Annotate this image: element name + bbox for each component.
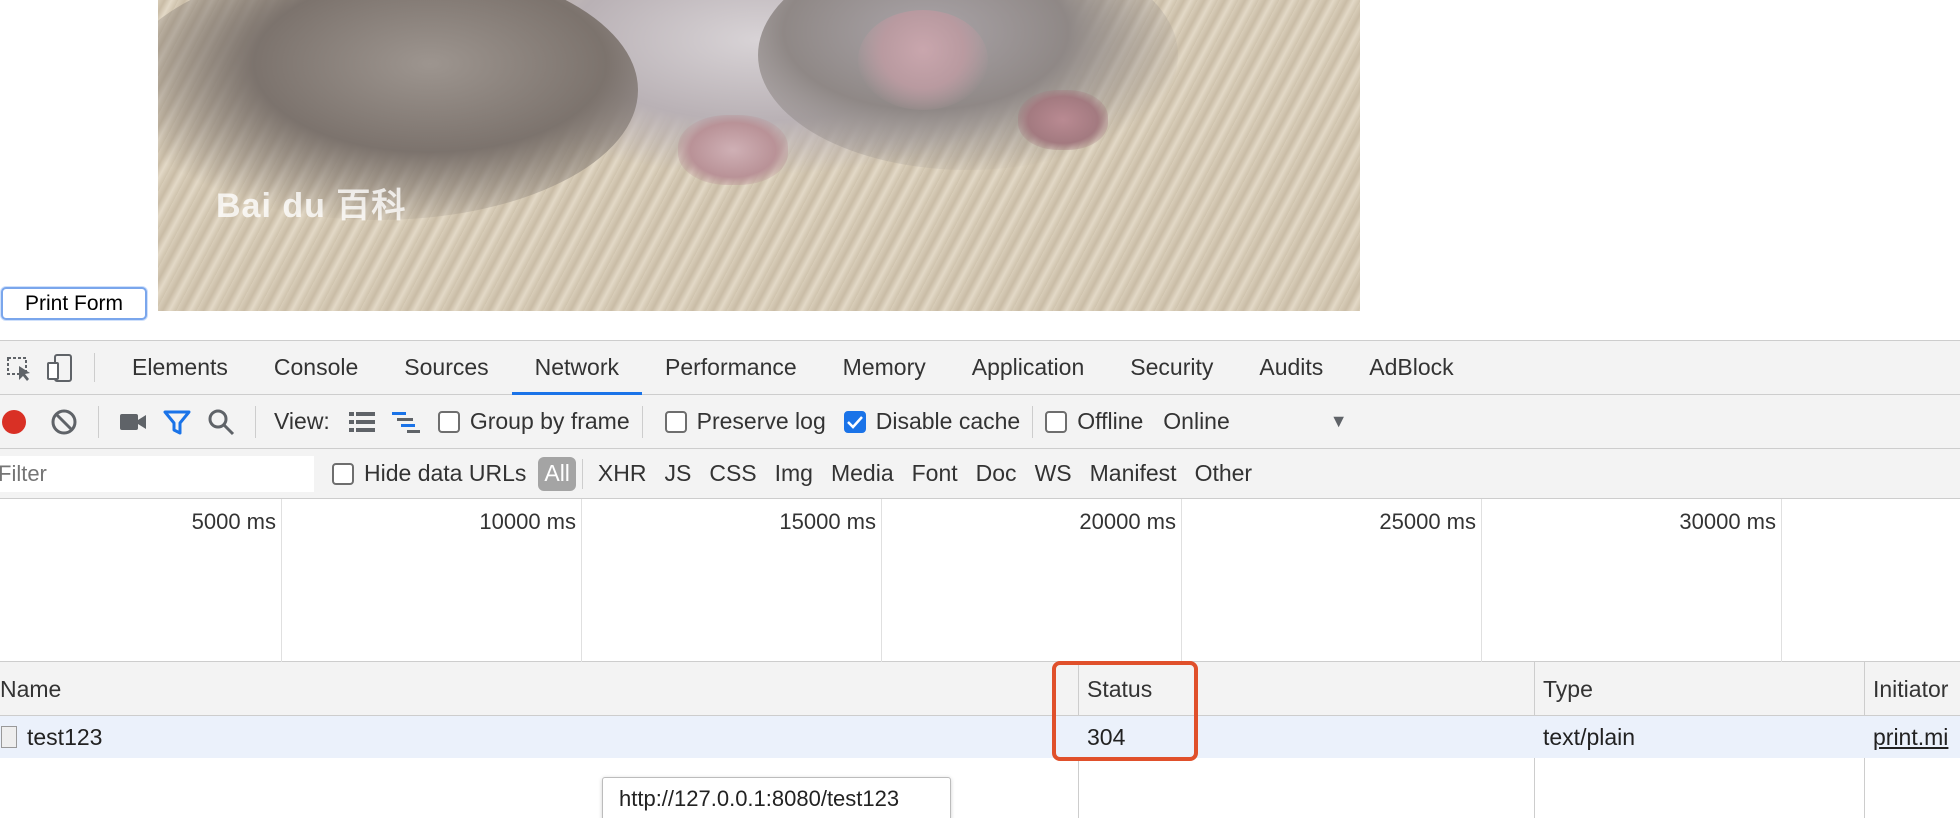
timeline-grid-line (1481, 499, 1482, 662)
search-icon[interactable] (199, 400, 243, 444)
timeline-grid-line (281, 499, 282, 662)
page-viewport: Bai du 百科 Print Form (0, 0, 1960, 340)
timeline-overview[interactable]: 5000 ms 10000 ms 15000 ms 20000 ms 25000… (0, 499, 1960, 662)
request-type: text/plain (1543, 723, 1636, 750)
timeline-tick-label: 15000 ms (779, 509, 876, 534)
type-filter-manifest[interactable]: Manifest (1081, 457, 1186, 491)
timeline-tick-label: 5000 ms (191, 509, 276, 534)
url-tooltip: http://127.0.0.1:8080/test123 (602, 777, 951, 818)
chevron-down-icon: ▼ (1329, 411, 1348, 431)
table-header: Name Status Type Initiator (0, 662, 1960, 716)
tab-network[interactable]: Network (511, 341, 643, 395)
hide-data-urls-option[interactable]: Hide data URLs (322, 460, 526, 487)
offline-option[interactable]: Offline (1045, 408, 1143, 435)
request-initiator-link[interactable]: print.mi (1864, 716, 1948, 758)
large-rows-list-icon[interactable] (340, 400, 384, 444)
toolbar-separator (641, 405, 643, 438)
group-by-frame-option[interactable]: Group by frame (428, 408, 630, 435)
column-header-initiator[interactable]: Initiator (1864, 662, 1948, 716)
request-name-cell[interactable]: test123 (0, 716, 102, 758)
photo-paw-left (678, 115, 788, 185)
filter-separator (581, 458, 583, 489)
offline-checkbox[interactable] (1045, 410, 1068, 433)
toolbar-separator (1032, 405, 1034, 438)
toolbar-separator (255, 405, 256, 438)
request-name: test123 (27, 723, 103, 750)
tabbar-separator (94, 353, 95, 382)
status-highlight-box (1052, 661, 1198, 761)
type-filter-js[interactable]: JS (655, 457, 700, 491)
network-toolbar: View: Group by frame Preserve log Disabl… (0, 395, 1960, 449)
record-icon[interactable] (0, 400, 28, 444)
tab-memory[interactable]: Memory (820, 341, 949, 394)
tab-elements[interactable]: Elements (109, 341, 251, 394)
tab-performance[interactable]: Performance (642, 341, 820, 394)
timeline-tick-label: 30000 ms (1679, 509, 1776, 534)
clear-icon[interactable] (42, 400, 86, 444)
devtools-panel: Elements Console Sources Network Perform… (0, 340, 1960, 818)
timeline-tick-label: 10000 ms (479, 509, 576, 534)
photo-paw-right (1018, 90, 1108, 150)
disable-cache-label: Disable cache (875, 408, 1021, 434)
type-filter-img[interactable]: Img (766, 457, 822, 491)
type-filter-media[interactable]: Media (822, 457, 903, 491)
type-filter-other[interactable]: Other (1186, 457, 1262, 491)
timeline-grid-line (881, 499, 882, 662)
column-header-type[interactable]: Type (1534, 662, 1593, 716)
type-filter-ws[interactable]: WS (1026, 457, 1081, 491)
group-by-frame-checkbox[interactable] (437, 410, 460, 433)
photo-nose (858, 10, 988, 110)
file-icon (1, 726, 17, 748)
baidu-watermark: Bai du 百科 (216, 187, 407, 225)
view-label: View: (274, 408, 330, 434)
hamster-photo: Bai du 百科 (158, 0, 1360, 311)
tab-adblock[interactable]: AdBlock (1346, 341, 1476, 394)
filter-bar: Hide data URLs All XHR JS CSS Img Media … (0, 449, 1960, 499)
type-filter-all[interactable]: All (538, 456, 576, 491)
filter-input[interactable] (0, 455, 314, 492)
column-divider (1864, 662, 1865, 716)
type-filter-css[interactable]: CSS (700, 457, 765, 491)
disable-cache-checkbox[interactable] (843, 410, 866, 433)
toolbar-separator (98, 405, 99, 438)
preserve-log-checkbox[interactable] (664, 410, 687, 433)
column-header-name[interactable]: Name (0, 662, 61, 716)
checkmark-icon (846, 415, 863, 429)
hide-data-urls-checkbox[interactable] (332, 462, 354, 485)
filter-funnel-icon[interactable] (155, 400, 199, 444)
preserve-log-option[interactable]: Preserve log (655, 408, 826, 435)
type-filter-doc[interactable]: Doc (967, 457, 1026, 491)
tab-security[interactable]: Security (1107, 341, 1236, 394)
timeline-grid-line (1181, 499, 1182, 662)
tab-audits[interactable]: Audits (1236, 341, 1346, 394)
throttling-select[interactable]: Online ▼ (1163, 408, 1347, 435)
throttling-value: Online (1163, 408, 1230, 434)
devtools-tabbar: Elements Console Sources Network Perform… (0, 341, 1960, 395)
tab-console[interactable]: Console (251, 341, 381, 394)
type-filter-font[interactable]: Font (903, 457, 967, 491)
offline-label: Offline (1077, 408, 1144, 434)
waterfall-overview-icon[interactable] (384, 400, 428, 444)
disable-cache-option[interactable]: Disable cache (834, 408, 1020, 435)
requests-table: Name Status Type Initiator test123 304 t… (0, 662, 1960, 818)
group-by-frame-label: Group by frame (469, 408, 630, 434)
timeline-tick-label: 25000 ms (1379, 509, 1476, 534)
timeline-grid-line (1781, 499, 1782, 662)
inspect-element-icon[interactable] (0, 341, 40, 394)
timeline-tick-label: 20000 ms (1079, 509, 1176, 534)
screenshot-camera-icon[interactable] (111, 400, 155, 444)
tab-application[interactable]: Application (949, 341, 1108, 394)
print-form-button[interactable]: Print Form (1, 287, 147, 320)
table-row[interactable]: test123 304 text/plain print.mi (0, 716, 1960, 758)
timeline-grid-line (581, 499, 582, 662)
column-divider (1534, 662, 1535, 716)
type-filter-xhr[interactable]: XHR (589, 457, 656, 491)
tab-sources[interactable]: Sources (381, 341, 511, 394)
device-toolbar-icon[interactable] (40, 341, 80, 394)
hide-data-urls-label: Hide data URLs (364, 460, 527, 486)
preserve-log-label: Preserve log (696, 408, 826, 434)
